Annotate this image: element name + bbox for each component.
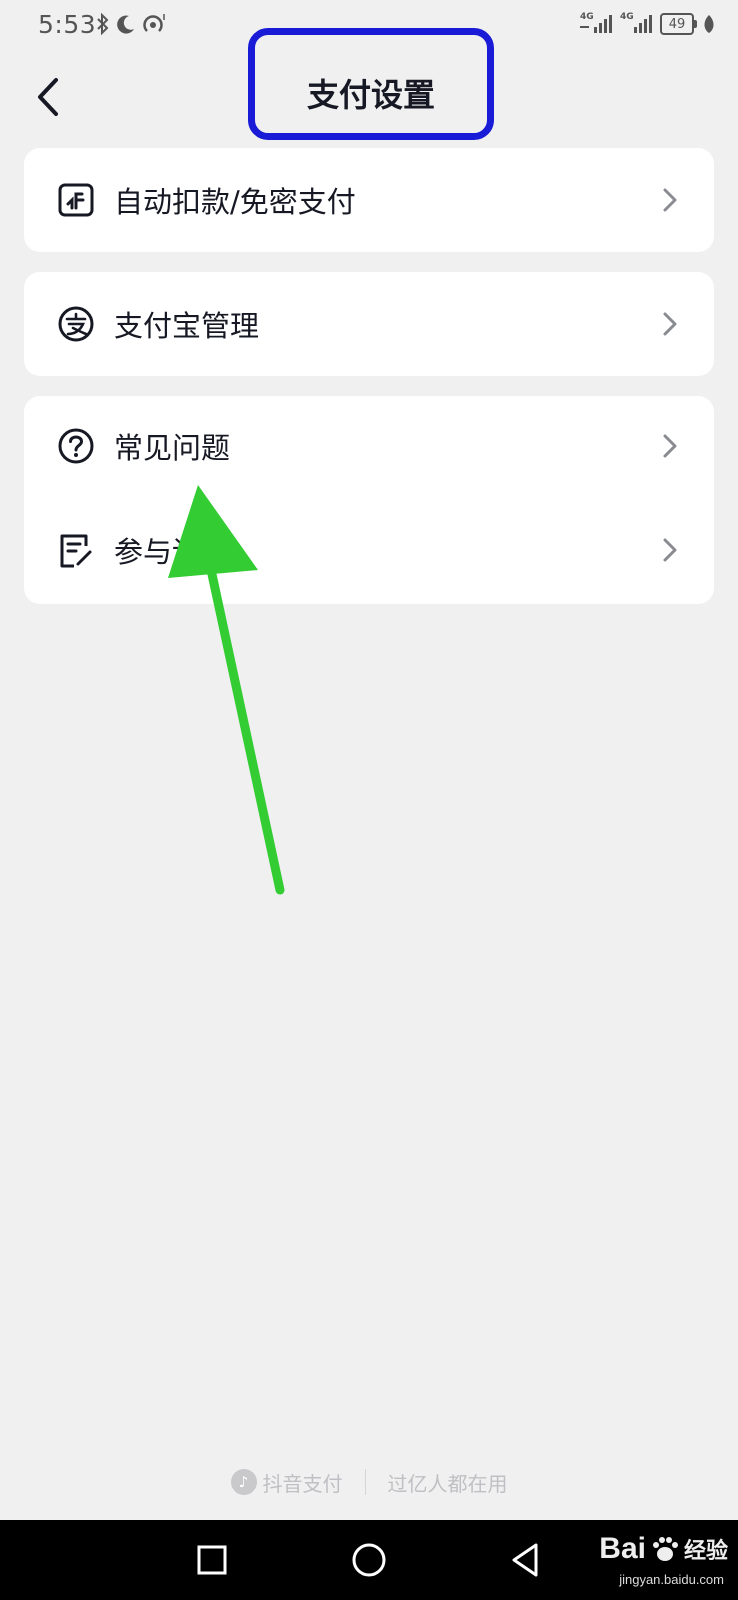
payment-card-icon xyxy=(58,183,94,217)
menu-item-faq[interactable]: 常见问题 xyxy=(24,396,714,496)
page-title: 支付设置 xyxy=(306,76,435,114)
nav-bar: 支付设置 xyxy=(0,28,738,142)
annotation-arrow xyxy=(168,485,285,895)
paw-icon xyxy=(652,1537,678,1561)
douyin-pay-logo-icon: ♪ xyxy=(230,1469,257,1495)
menu-item-label: 支付宝管理 xyxy=(114,309,260,343)
watermark-url: jingyan.baidu.com xyxy=(619,1572,724,1587)
watermark-main: Bai xyxy=(599,1532,646,1565)
menu-item-label: 常见问题 xyxy=(114,431,231,465)
chevron-right-icon xyxy=(663,312,677,336)
back-icon xyxy=(38,78,58,116)
square-icon[interactable] xyxy=(192,1540,232,1580)
leaf-icon xyxy=(704,15,714,33)
chevron-right-icon xyxy=(663,188,677,212)
baidu-watermark: Bai 经验 xyxy=(599,1532,728,1566)
triangle-back-icon[interactable] xyxy=(506,1540,546,1580)
signal-icon: 4G xyxy=(580,12,612,36)
footer-slogan: 过亿人都在用 xyxy=(387,1471,508,1496)
chevron-right-icon xyxy=(663,538,677,562)
back-button[interactable] xyxy=(30,72,70,122)
menu-item-auto-pay[interactable]: 自动扣款/免密支付 xyxy=(24,150,714,250)
status-icons-left xyxy=(95,12,171,36)
edit-note-icon xyxy=(60,534,92,568)
alipay-card: 支付宝管理 xyxy=(24,272,714,376)
footer: ♪ 抖音支付 过亿人都在用 xyxy=(0,1462,738,1502)
footer-brand: ♪ 抖音支付 xyxy=(230,1468,343,1497)
status-icons-right: 4G 4G 49 xyxy=(580,12,716,36)
menu-item-feedback[interactable]: 参与讨 xyxy=(24,500,714,600)
system-nav-bar: Bai 经验 jingyan.baidu.com xyxy=(0,1520,738,1600)
help-card: 常见问题 参与讨 xyxy=(24,396,714,604)
menu-item-label: 自动扣款/免密支付 xyxy=(114,185,356,219)
footer-brand-label: 抖音支付 xyxy=(262,1471,343,1496)
menu-item-alipay[interactable]: 支付宝管理 xyxy=(24,274,714,374)
status-time: 5:53 xyxy=(38,10,97,39)
question-icon xyxy=(58,428,94,464)
alipay-icon xyxy=(58,306,94,342)
bluetooth-icon xyxy=(97,12,109,36)
circle-icon[interactable] xyxy=(349,1540,389,1580)
hotspot-icon xyxy=(143,14,165,32)
watermark-jingyan: 经验 xyxy=(683,1539,728,1564)
battery-icon: 49 xyxy=(660,13,697,35)
moon-icon xyxy=(117,15,134,34)
auto-pay-card: 自动扣款/免密支付 xyxy=(24,148,714,252)
chevron-right-icon xyxy=(663,434,677,458)
signal-icon: 4G xyxy=(620,12,652,36)
footer-divider xyxy=(364,1469,366,1495)
battery-level: 49 xyxy=(668,16,686,32)
